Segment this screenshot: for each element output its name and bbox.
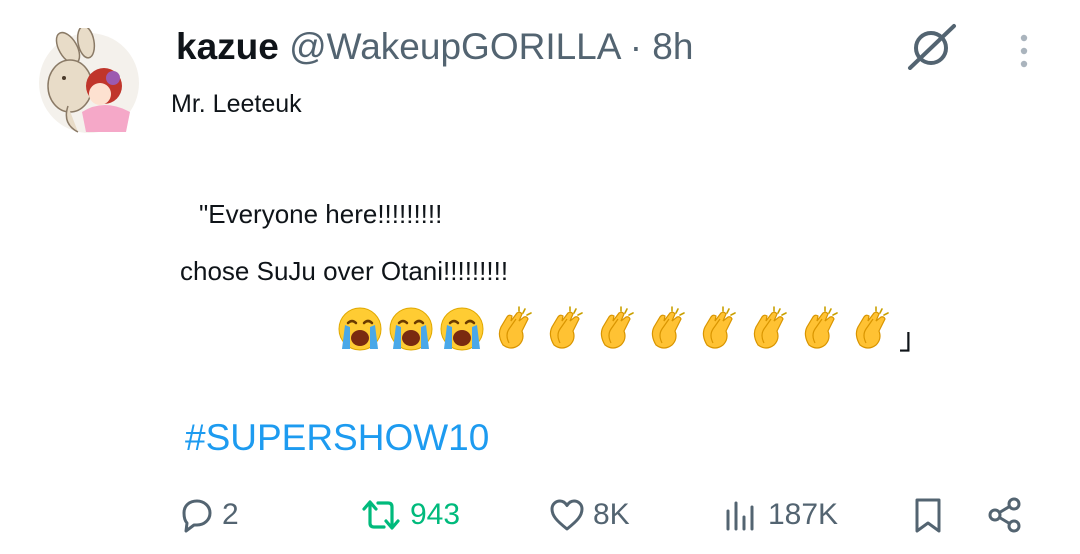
clapping-hands-emoji [702, 306, 736, 349]
grok-icon[interactable] [904, 22, 958, 70]
reply-button[interactable]: 2 [176, 495, 239, 535]
repost-count: 943 [410, 498, 461, 531]
tweet-text-line-1: "Everyone here!!!!!!!!! [199, 199, 443, 229]
like-count: 8K [593, 498, 630, 531]
loudly-crying-face-emoji [440, 307, 484, 351]
loudly-crying-face-emoji [389, 307, 433, 351]
clapping-hands-emoji [753, 306, 787, 349]
clapping-hands-emoji [549, 306, 583, 349]
clapping-hands-emoji [855, 306, 889, 349]
loudly-crying-face-emoji [338, 307, 382, 351]
share-icon [988, 497, 1021, 533]
tweet-text-line-2: chose SuJu over Otani!!!!!!!!! [180, 256, 509, 286]
reply-icon [182, 499, 212, 533]
views-count: 187K [768, 498, 839, 531]
timestamp[interactable]: 8h [652, 26, 693, 67]
repost-button[interactable]: 943 [358, 495, 460, 535]
bookmark-button[interactable] [910, 495, 946, 535]
share-button[interactable] [985, 495, 1025, 535]
user-subtitle: Mr. Leeteuk [171, 90, 302, 118]
hashtag-link[interactable]: #SUPERSHOW10 [185, 417, 489, 459]
avatar[interactable] [38, 25, 140, 138]
clapping-hands-emoji [804, 306, 838, 349]
clapping-hands-emoji [651, 306, 685, 349]
repost-icon [362, 500, 400, 530]
tweet-header: kazue @WakeupGORILLA · 8h [176, 26, 693, 68]
emoji-row: 」 [336, 303, 929, 357]
reply-count: 2 [222, 498, 239, 531]
separator-dot: · [629, 26, 643, 67]
clapping-hands-emoji [498, 306, 532, 349]
display-name[interactable]: kazue [176, 26, 279, 67]
views-button[interactable]: 187K [722, 495, 838, 535]
user-handle[interactable]: @WakeupGORILLA [289, 26, 619, 67]
views-icon [726, 501, 754, 531]
like-button[interactable]: 8K [547, 495, 630, 535]
bookmark-icon [915, 498, 941, 533]
clapping-hands-emoji [600, 306, 634, 349]
like-icon [550, 499, 584, 531]
more-icon[interactable] [1014, 33, 1034, 69]
closing-bracket: 」 [899, 322, 929, 357]
